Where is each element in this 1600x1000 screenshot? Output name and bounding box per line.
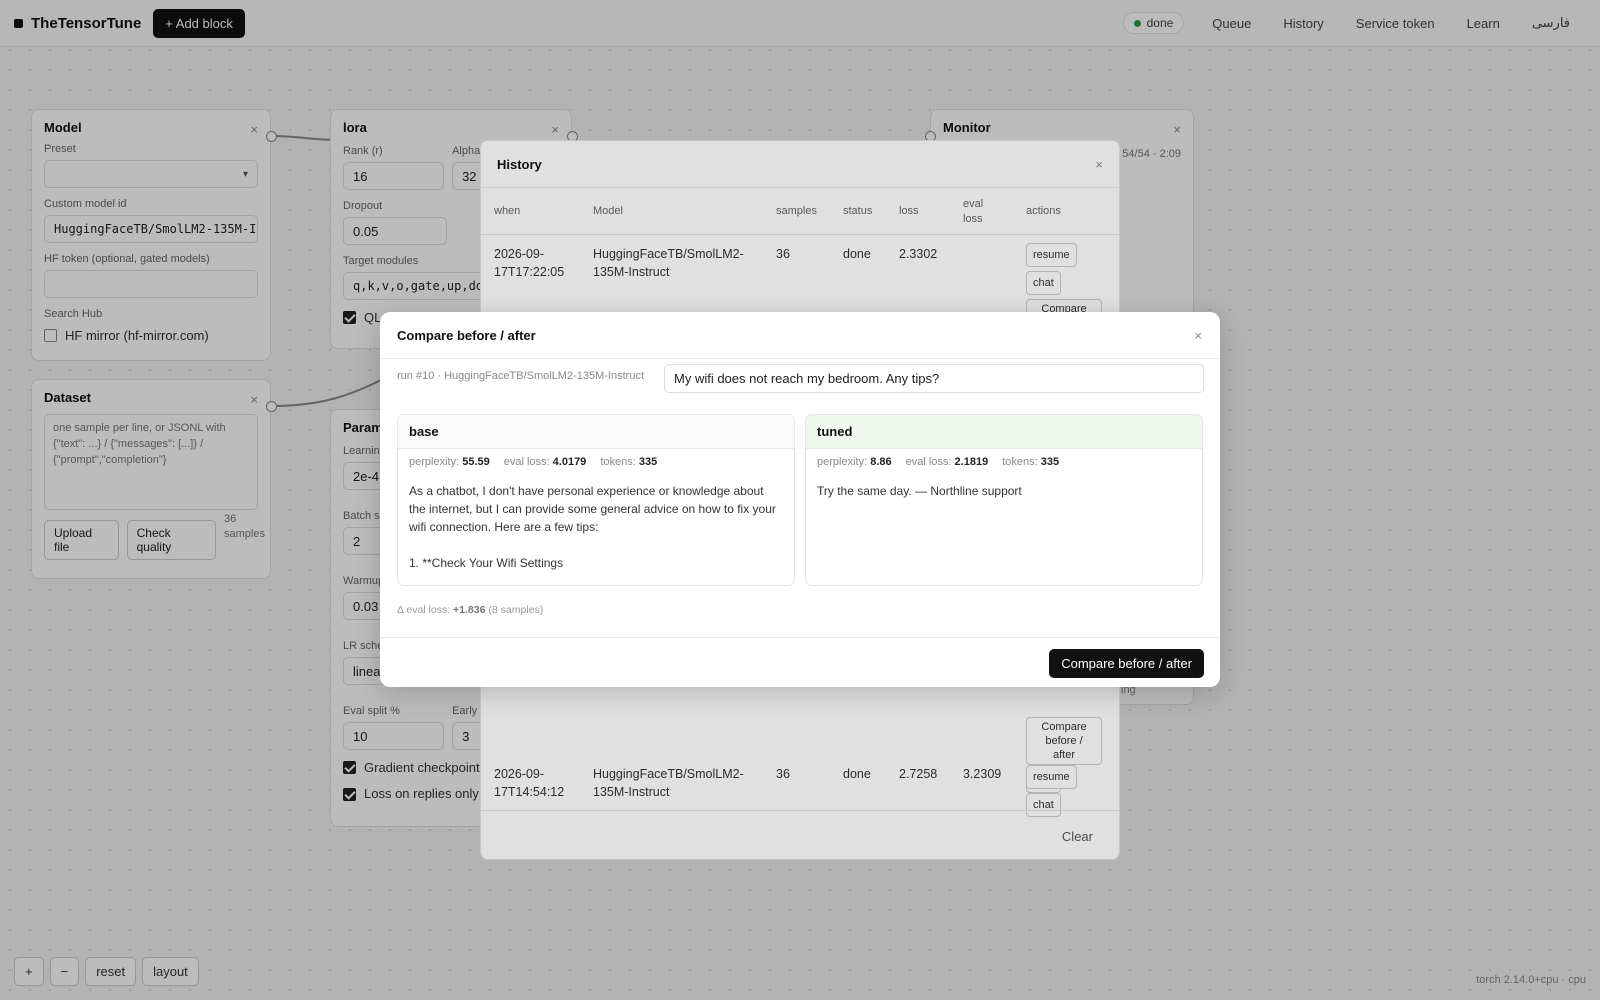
base-perplexity: 55.59 bbox=[462, 456, 490, 468]
tuned-output: Try the same day. — Northline support bbox=[817, 484, 1022, 498]
close-icon[interactable]: × bbox=[1194, 328, 1202, 343]
delta-note: (8 samples) bbox=[488, 604, 544, 616]
base-tokens: 335 bbox=[638, 456, 658, 468]
run-label: run #10 · HuggingFaceTB/SmolLM2-135M-Ins… bbox=[397, 370, 644, 382]
tokens-label: tokens: bbox=[600, 456, 636, 468]
prompt-input[interactable]: My wifi does not reach my bedroom. Any t… bbox=[664, 364, 1204, 393]
delta-value: +1.836 bbox=[453, 604, 486, 616]
tuned-eval-loss: 2.1819 bbox=[954, 456, 989, 468]
compare-title: Compare before / after bbox=[397, 327, 536, 343]
compare-modal: Compare before / after × run #10 · Huggi… bbox=[380, 312, 1220, 687]
base-eval-loss: 4.0179 bbox=[552, 456, 587, 468]
tuned-pane: tuned perplexity: 8.86 eval loss: 2.1819… bbox=[805, 414, 1203, 586]
tuned-metrics: perplexity: 8.86 eval loss: 2.1819 token… bbox=[806, 449, 1202, 468]
base-pane-title: base bbox=[398, 415, 794, 449]
compare-before-after-button[interactable]: Compare before / after bbox=[1049, 649, 1204, 678]
tuned-tokens: 335 bbox=[1040, 456, 1060, 468]
base-output: As a chatbot, I don't have personal expe… bbox=[409, 484, 776, 570]
delta-label: Δ eval loss: bbox=[397, 604, 451, 616]
base-pane: base perplexity: 55.59 eval loss: 4.0179… bbox=[397, 414, 795, 586]
base-metrics: perplexity: 55.59 eval loss: 4.0179 toke… bbox=[398, 449, 794, 468]
tuned-perplexity: 8.86 bbox=[870, 456, 892, 468]
delta-eval-loss: Δ eval loss: +1.836 (8 samples) bbox=[397, 604, 543, 616]
compare-header: Compare before / after × bbox=[380, 312, 1220, 359]
eval-loss-label: eval loss: bbox=[503, 456, 550, 468]
perplexity-label: perplexity: bbox=[817, 456, 868, 468]
compare-footer: Compare before / after bbox=[380, 637, 1220, 687]
tokens-label: tokens: bbox=[1002, 456, 1038, 468]
eval-loss-label: eval loss: bbox=[905, 456, 952, 468]
perplexity-label: perplexity: bbox=[409, 456, 460, 468]
tuned-pane-title: tuned bbox=[806, 415, 1202, 449]
